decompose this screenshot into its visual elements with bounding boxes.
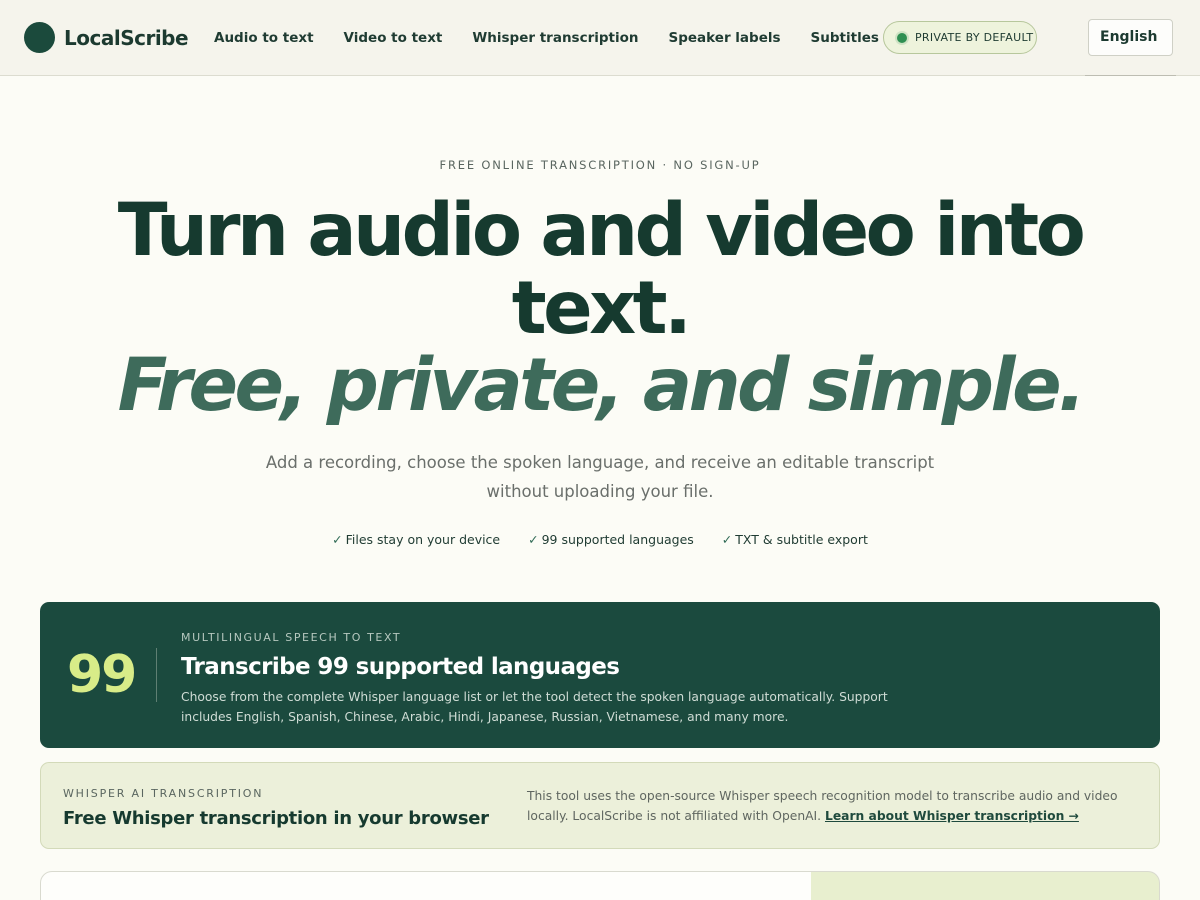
whisper-description: This tool uses the open-source Whisper s…: [527, 786, 1127, 826]
brand-name[interactable]: LocalScribe: [64, 26, 189, 50]
feature-check-item: ✓ 99 supported languages: [528, 532, 694, 547]
hero-title-accent: Free, private, and simple.: [117, 343, 1086, 428]
hero-subtitle-line-2: without uploading your file.: [486, 482, 714, 501]
feature-check-label: 99 supported languages: [541, 532, 694, 547]
nav-link-speaker-labels[interactable]: Speaker labels: [669, 30, 781, 46]
language-select[interactable]: English: [1088, 19, 1173, 56]
nav-link-video-to-text[interactable]: Video to text: [344, 30, 443, 46]
status-dot-icon: [897, 32, 907, 43]
feature-check-item: ✓ Files stay on your device: [332, 532, 500, 547]
privacy-badge: PRIVATE BY DEFAULT: [883, 21, 1037, 54]
transcription-side-panel: [811, 871, 1160, 900]
nav-link-subtitles[interactable]: Subtitles: [811, 30, 879, 46]
whisper-title: Free Whisper transcription in your brows…: [63, 808, 489, 829]
privacy-badge-label: PRIVATE BY DEFAULT: [915, 31, 1034, 44]
feature-checklist: ✓ Files stay on your device ✓ 99 supported…: [0, 532, 1200, 547]
whisper-card: WHISPER AI TRANSCRIPTION Free Whisper tr…: [40, 762, 1160, 849]
languages-description: Choose from the complete Whisper languag…: [181, 690, 888, 724]
languages-card: 99 MULTILINGUAL SPEECH TO TEXT Transcrib…: [40, 602, 1160, 748]
hero-title-line-2: text.: [511, 266, 692, 351]
languages-eyebrow: MULTILINGUAL SPEECH TO TEXT: [181, 631, 402, 644]
whisper-eyebrow: WHISPER AI TRANSCRIPTION: [63, 787, 264, 800]
transcription-panel: [40, 871, 812, 900]
logo-icon[interactable]: [24, 22, 55, 53]
learn-about-whisper-link[interactable]: Learn about Whisper transcription →: [825, 809, 1079, 823]
check-icon: ✓: [332, 532, 343, 547]
feature-check-item: ✓ TXT & subtitle export: [722, 532, 868, 547]
check-icon: ✓: [721, 532, 733, 547]
nav-link-audio-to-text[interactable]: Audio to text: [214, 30, 314, 46]
hero-subtitle: Add a recording, choose the spoken langu…: [260, 448, 940, 506]
languages-title: Transcribe 99 supported languages: [181, 654, 620, 680]
feature-check-label: Files stay on your device: [345, 532, 501, 547]
hero-title-line-1: Turn audio and video into: [117, 188, 1086, 273]
site-header: LocalScribe Audio to text Video to text …: [0, 0, 1200, 76]
check-icon: ✓: [528, 532, 539, 547]
language-select-underline: [1085, 75, 1176, 76]
feature-check-label: TXT & subtitle export: [735, 532, 868, 547]
languages-count: 99: [67, 645, 137, 705]
hero-eyebrow: FREE ONLINE TRANSCRIPTION · NO SIGN-UP: [439, 158, 761, 172]
languages-divider: [156, 648, 157, 702]
nav-link-whisper-transcription[interactable]: Whisper transcription: [472, 30, 638, 46]
main-nav: Audio to text Video to text Whisper tran…: [214, 30, 909, 46]
hero-subtitle-line-1: Add a recording, choose the spoken langu…: [265, 453, 935, 472]
hero-title: Turn audio and video into text.: [100, 192, 1100, 348]
